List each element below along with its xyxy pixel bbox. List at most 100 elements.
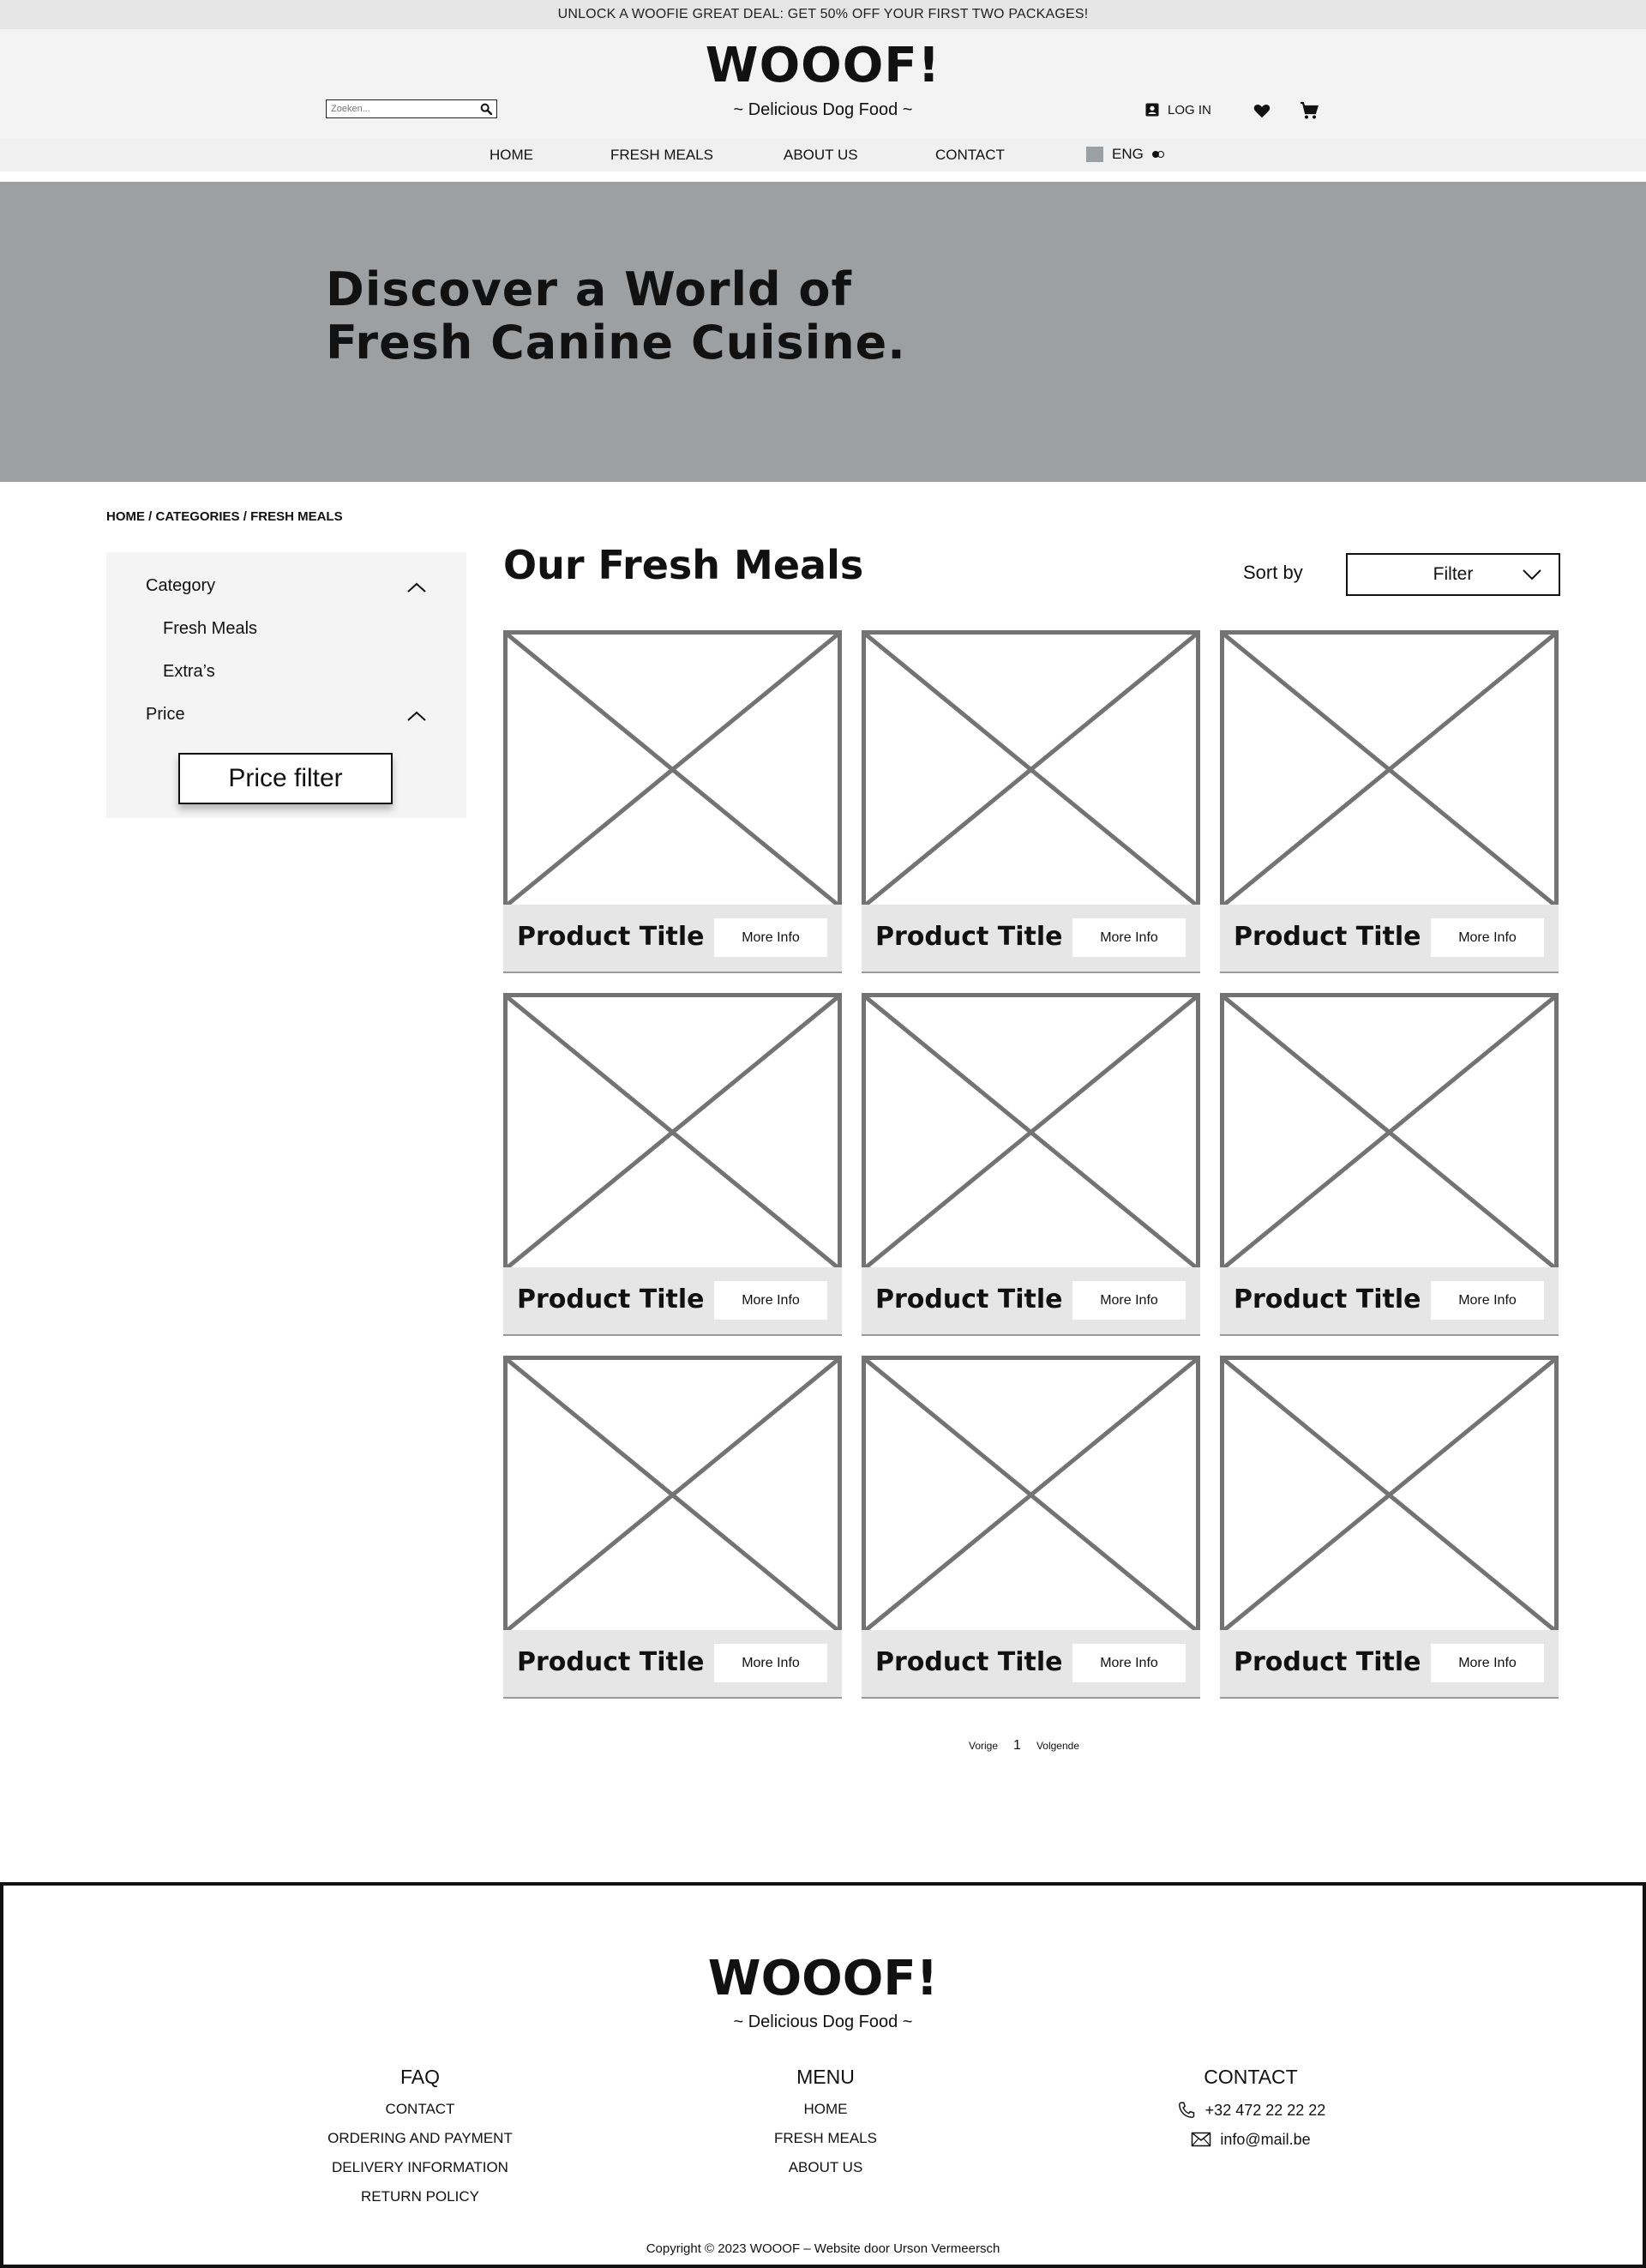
image-placeholder-icon <box>1220 630 1559 905</box>
pager-prev[interactable]: Vorige <box>969 1740 998 1752</box>
footer-email-address: info@mail.be <box>1220 2130 1311 2148</box>
hero-banner: Discover a World of Fresh Canine Cuisine… <box>0 182 1646 482</box>
nav-contact[interactable]: CONTACT <box>935 147 1005 164</box>
product-info-bar: Product Title More Info <box>503 1267 842 1336</box>
product-title: Product Title <box>875 1647 1063 1677</box>
footer-tagline: ~ Delicious Dog Food ~ <box>733 2012 913 2031</box>
product-info-bar: Product Title More Info <box>1220 905 1559 973</box>
heart-icon[interactable] <box>1253 101 1271 120</box>
more-info-button[interactable]: More Info <box>1431 1644 1544 1682</box>
category-filter-label[interactable]: Category <box>146 576 215 596</box>
search-box <box>326 99 497 118</box>
product-card[interactable]: Product Title More Info <box>503 993 842 1338</box>
more-info-button[interactable]: More Info <box>1072 1644 1186 1682</box>
product-title: Product Title <box>1234 1284 1421 1314</box>
nav-fresh-meals[interactable]: FRESH MEALS <box>610 147 713 164</box>
price-filter-label[interactable]: Price <box>146 705 185 725</box>
footer-link-home[interactable]: HOME <box>688 2101 963 2118</box>
footer-link-delivery[interactable]: DELIVERY INFORMATION <box>283 2159 557 2176</box>
product-info-bar: Product Title More Info <box>862 1630 1200 1699</box>
phone-icon <box>1178 2102 1194 2118</box>
more-info-button[interactable]: More Info <box>1072 1281 1186 1320</box>
footer-link-contact[interactable]: CONTACT <box>283 2101 557 2118</box>
footer-contact-title: CONTACT <box>1204 2066 1298 2088</box>
footer-faq-column: FAQ CONTACT ORDERING AND PAYMENT DELIVER… <box>283 2066 557 2217</box>
image-placeholder-icon <box>862 993 1200 1267</box>
promo-banner: UNLOCK A WOOFIE GREAT DEAL: GET 50% OFF … <box>0 0 1646 29</box>
login-button[interactable]: LOG IN <box>1144 101 1211 118</box>
footer-faq-title: FAQ <box>399 2066 440 2088</box>
category-extras[interactable]: Extra’s <box>163 662 215 682</box>
flag-icon <box>1086 147 1103 162</box>
sort-by-label: Sort by <box>1243 562 1303 583</box>
site-logo[interactable]: WOOOF! <box>0 38 1646 93</box>
pager-current[interactable]: 1 <box>1013 1738 1021 1754</box>
footer-phone-number: +32 472 22 22 22 <box>1204 2101 1326 2119</box>
promo-text: UNLOCK A WOOFIE GREAT DEAL: GET 50% OFF … <box>557 7 1089 21</box>
language-toggle-icon <box>1151 150 1164 159</box>
product-card[interactable]: Product Title More Info <box>862 630 1200 975</box>
cart-icon[interactable] <box>1299 100 1319 121</box>
image-placeholder-icon <box>503 1356 842 1630</box>
product-card[interactable]: Product Title More Info <box>503 630 842 975</box>
product-title: Product Title <box>875 1284 1063 1314</box>
footer-link-ordering[interactable]: ORDERING AND PAYMENT <box>283 2130 557 2147</box>
page-title: Our Fresh Meals <box>503 542 864 588</box>
chevron-up-icon[interactable] <box>406 710 427 722</box>
product-title: Product Title <box>1234 1647 1421 1677</box>
product-card[interactable]: Product Title More Info <box>1220 630 1559 975</box>
footer-link-return[interactable]: RETURN POLICY <box>283 2188 557 2205</box>
image-placeholder-icon <box>1220 993 1559 1267</box>
more-info-button[interactable]: More Info <box>1072 918 1186 957</box>
product-info-bar: Product Title More Info <box>862 905 1200 973</box>
footer-phone[interactable]: +32 472 22 22 22 <box>1114 2101 1388 2120</box>
image-placeholder-icon <box>1220 1356 1559 1630</box>
price-filter-button[interactable]: Price filter <box>178 753 393 804</box>
footer-email[interactable]: info@mail.be <box>1114 2130 1388 2149</box>
footer-logo[interactable]: WOOOF! <box>3 1951 1643 2006</box>
product-info-bar: Product Title More Info <box>1220 1267 1559 1336</box>
site-footer: WOOOF! ~ Delicious Dog Food ~ FAQ CONTAC… <box>0 1882 1646 2268</box>
more-info-button[interactable]: More Info <box>1431 1281 1544 1320</box>
product-title: Product Title <box>517 1647 705 1677</box>
product-card[interactable]: Product Title More Info <box>862 993 1200 1338</box>
image-placeholder-icon <box>862 630 1200 905</box>
search-input[interactable] <box>327 104 472 114</box>
pager-next[interactable]: Volgende <box>1036 1740 1079 1752</box>
more-info-button[interactable]: More Info <box>714 918 827 957</box>
product-title: Product Title <box>517 922 705 952</box>
more-info-button[interactable]: More Info <box>1431 918 1544 957</box>
product-card[interactable]: Product Title More Info <box>503 1356 842 1700</box>
breadcrumb[interactable]: HOME / CATEGORIES / FRESH MEALS <box>106 509 343 524</box>
nav-about-us[interactable]: ABOUT US <box>784 147 858 164</box>
hero-title: Discover a World of Fresh Canine Cuisine… <box>326 262 906 370</box>
language-switcher[interactable]: ENG <box>1086 146 1164 163</box>
footer-link-fresh-meals[interactable]: FRESH MEALS <box>688 2130 963 2147</box>
product-card[interactable]: Product Title More Info <box>1220 993 1559 1338</box>
mail-icon <box>1192 2132 1211 2147</box>
product-card[interactable]: Product Title More Info <box>1220 1356 1559 1700</box>
language-label: ENG <box>1112 146 1144 162</box>
footer-link-about[interactable]: ABOUT US <box>688 2159 963 2176</box>
category-fresh-meals[interactable]: Fresh Meals <box>163 619 257 639</box>
sort-select[interactable]: Filter <box>1346 553 1560 596</box>
image-placeholder-icon <box>503 993 842 1267</box>
product-info-bar: Product Title More Info <box>1220 1630 1559 1699</box>
product-info-bar: Product Title More Info <box>503 905 842 973</box>
footer-contact-column: CONTACT +32 472 22 22 22 info@mail.be <box>1114 2066 1388 2159</box>
site-header: WOOOF! ~ Delicious Dog Food ~ LOG IN <box>0 29 1646 139</box>
nav-home[interactable]: HOME <box>490 147 533 164</box>
product-card[interactable]: Product Title More Info <box>862 1356 1200 1700</box>
chevron-down-icon <box>1523 569 1541 581</box>
more-info-button[interactable]: More Info <box>714 1644 827 1682</box>
filter-sidebar: Category Fresh Meals Extra’s Price Price… <box>106 552 466 818</box>
footer-copyright: Copyright © 2023 WOOOF – Website door Ur… <box>646 2241 1000 2256</box>
search-icon[interactable] <box>479 102 493 116</box>
site-tagline: ~ Delicious Dog Food ~ <box>733 100 913 119</box>
login-label: LOG IN <box>1168 102 1211 117</box>
more-info-button[interactable]: More Info <box>714 1281 827 1320</box>
product-title: Product Title <box>1234 922 1421 952</box>
pagination: Vorige 1 Volgende <box>969 1738 1079 1754</box>
image-placeholder-icon <box>503 630 842 905</box>
chevron-up-icon[interactable] <box>406 581 427 593</box>
